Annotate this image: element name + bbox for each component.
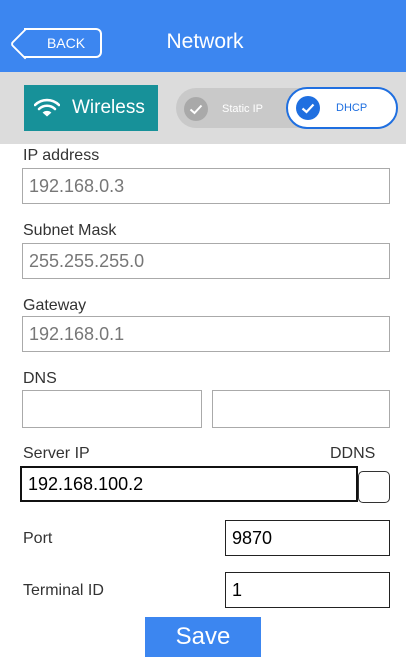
wireless-label: Wireless (72, 97, 145, 118)
server-ip-label: Server IP (23, 445, 90, 462)
page-title: Network (166, 30, 244, 53)
port-label: Port (23, 530, 53, 547)
dns-label: DNS (23, 370, 57, 387)
dhcp-option[interactable]: DHCP (286, 87, 398, 129)
dns-primary-field[interactable] (22, 390, 202, 428)
wifi-icon (34, 98, 60, 117)
server-ip-field[interactable]: 192.168.100.2 (20, 466, 358, 502)
back-button[interactable]: BACK (24, 28, 102, 58)
terminal-id-label: Terminal ID (23, 582, 104, 599)
static-ip-label: Static IP (222, 103, 263, 115)
ip-address-label: IP address (23, 147, 100, 164)
wireless-button[interactable]: Wireless (24, 85, 158, 131)
dhcp-label: DHCP (336, 102, 368, 114)
gateway-label: Gateway (23, 297, 87, 314)
port-field[interactable]: 9870 (225, 520, 390, 556)
header-bar: BACK Network (0, 0, 406, 72)
dns-secondary-field[interactable] (212, 390, 390, 428)
static-ip-option[interactable]: Static IP (180, 92, 284, 126)
ddns-label: DDNS (330, 445, 376, 462)
check-icon (296, 96, 320, 120)
save-button[interactable]: Save (145, 617, 261, 657)
subnet-mask-field[interactable]: 255.255.255.0 (22, 243, 390, 279)
gateway-field[interactable]: 192.168.0.1 (22, 316, 390, 352)
terminal-id-field[interactable]: 1 (225, 572, 390, 608)
ddns-checkbox[interactable] (358, 471, 390, 503)
ip-address-field[interactable]: 192.168.0.3 (22, 168, 390, 204)
subnet-mask-label: Subnet Mask (23, 222, 117, 239)
check-icon (184, 97, 208, 121)
